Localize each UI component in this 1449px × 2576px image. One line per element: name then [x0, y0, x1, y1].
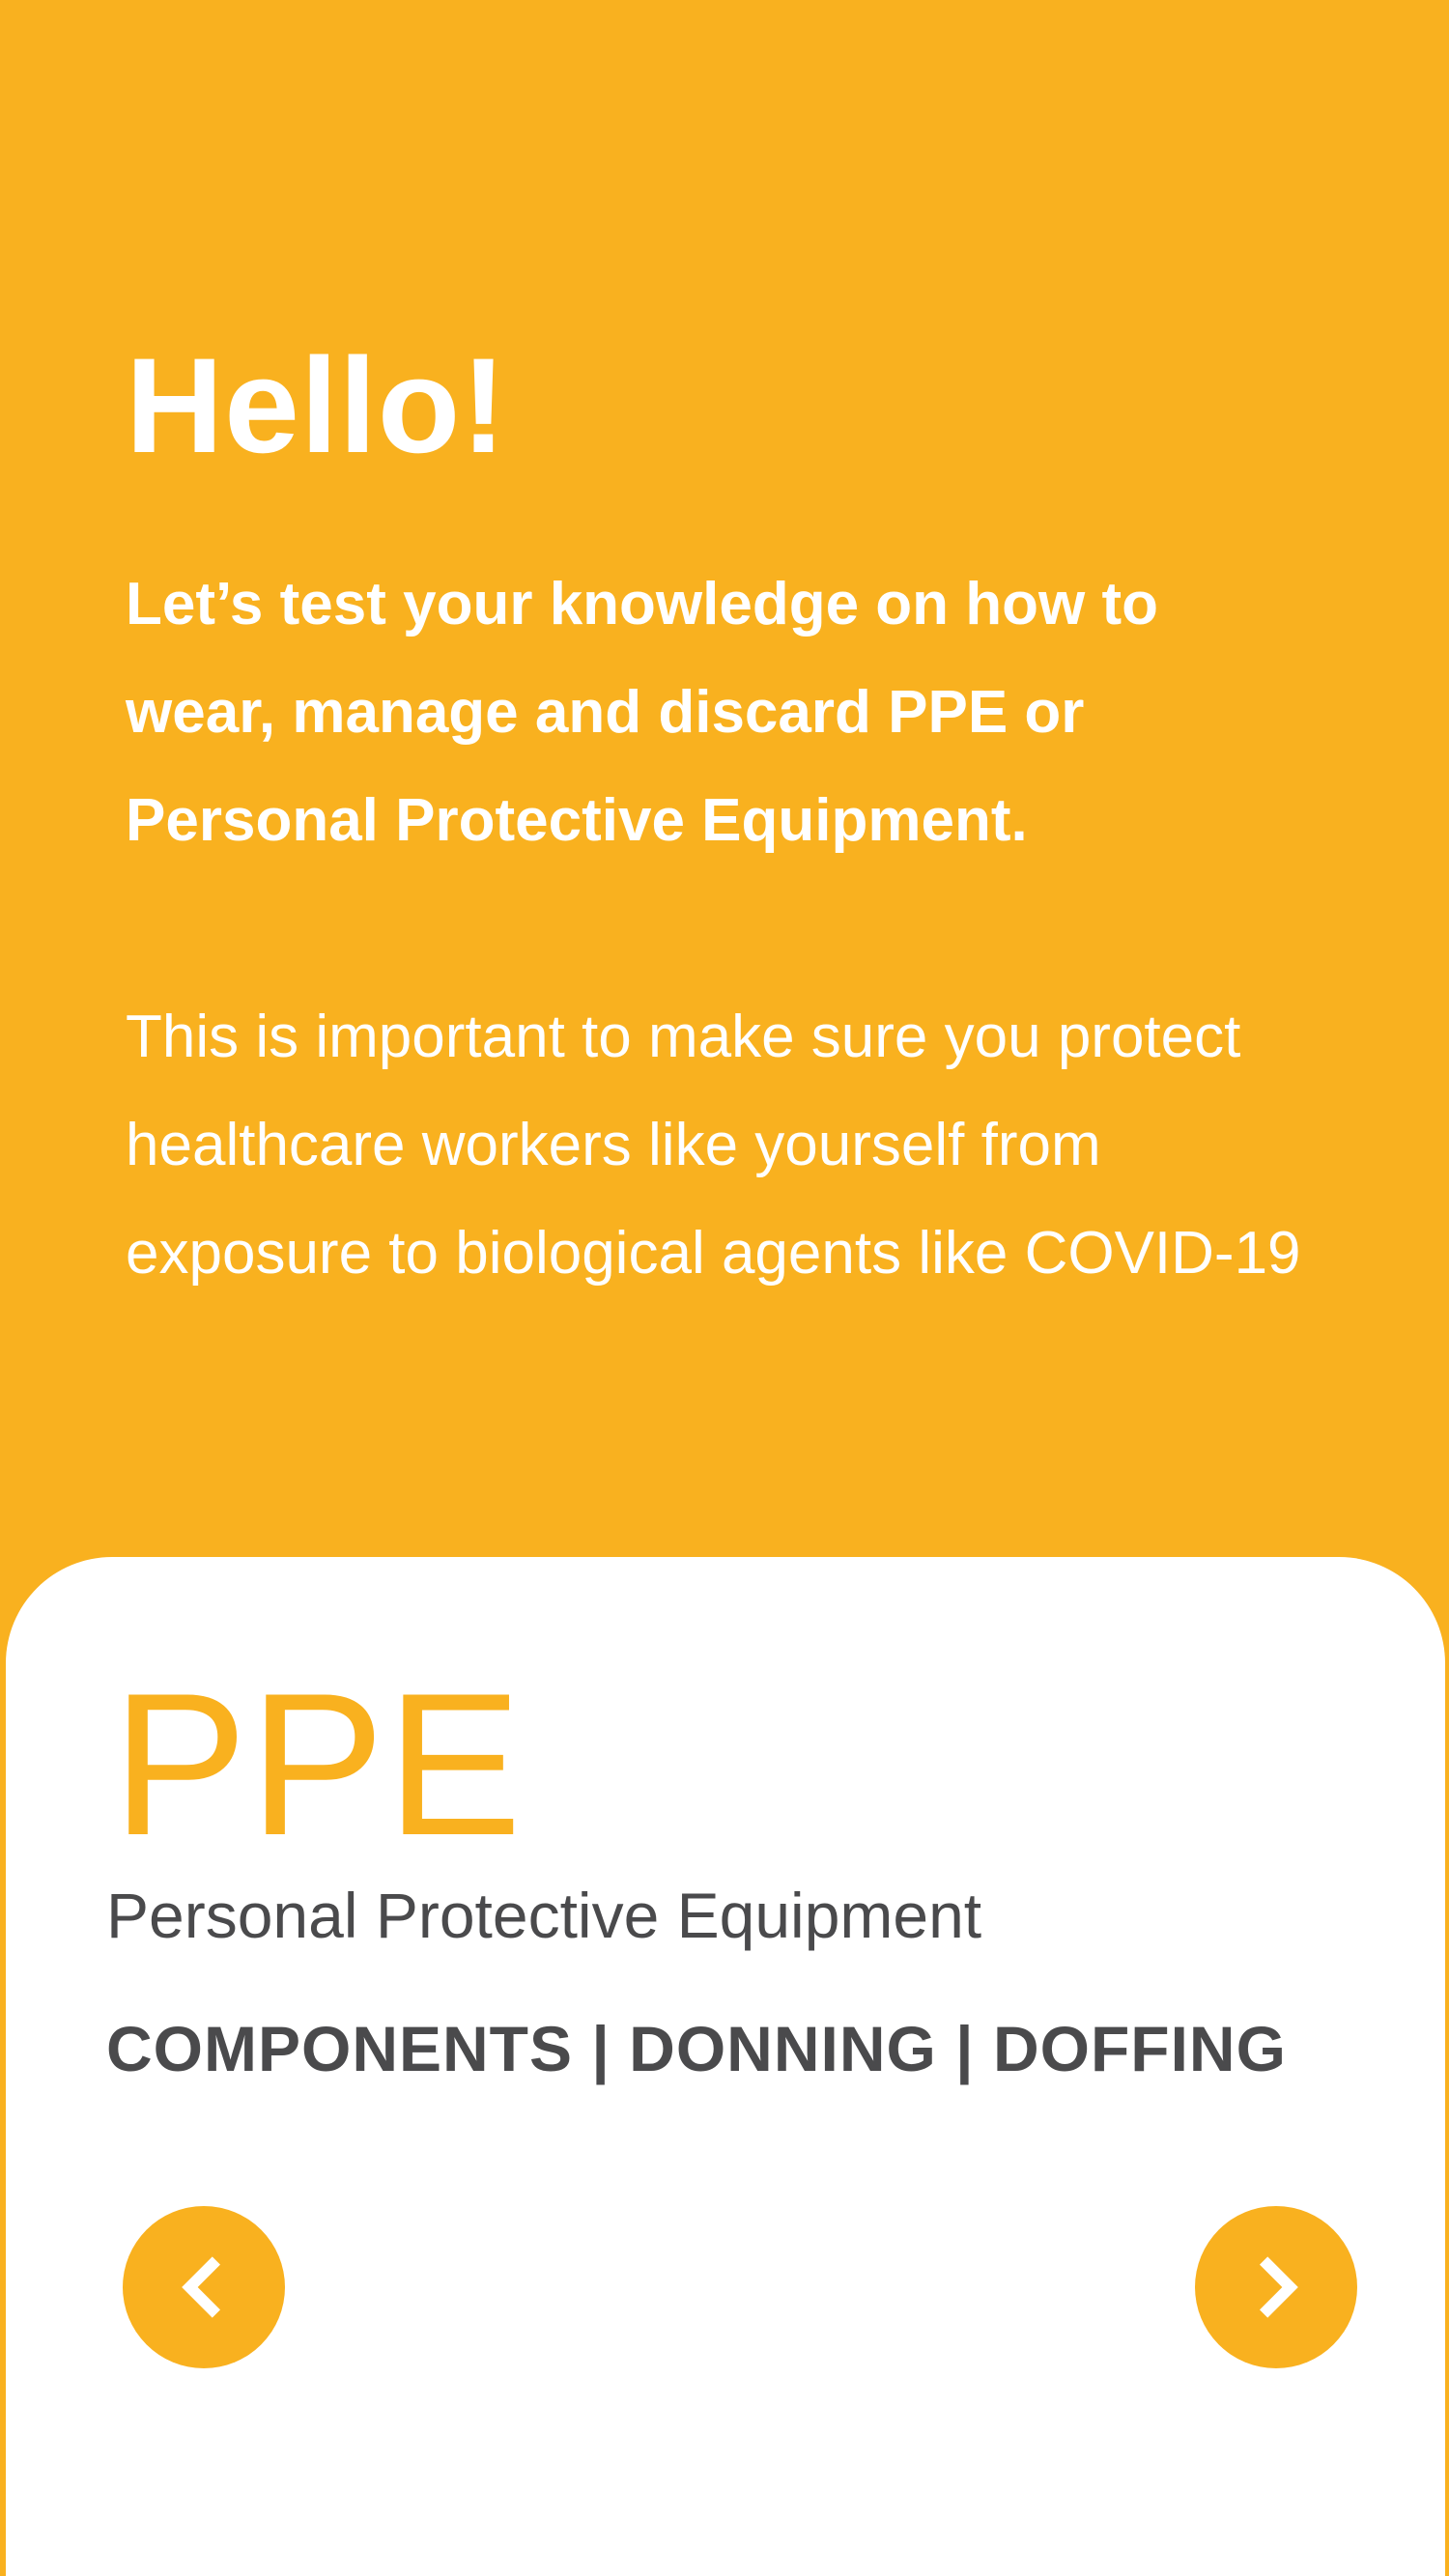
intro-section: Hello! Let’s test your knowledge on how …	[126, 338, 1304, 1308]
card-subtitle: Personal Protective Equipment	[106, 1880, 982, 1951]
card-title: PPE	[112, 1651, 525, 1878]
card-topics: COMPONENTS | DONNING | DOFFING	[106, 2013, 1287, 2084]
chevron-right-icon	[1260, 2256, 1298, 2318]
chevron-left-icon	[182, 2256, 220, 2318]
greeting-heading: Hello!	[126, 329, 507, 481]
intro-body-text: This is important to make sure you prote…	[126, 1004, 1301, 1287]
ppe-card: PPE Personal Protective Equipment COMPON…	[6, 1557, 1445, 2576]
previous-button[interactable]	[123, 2206, 285, 2368]
next-button[interactable]	[1195, 2206, 1357, 2368]
intro-lead-text: Let’s test your knowledge on how to wear…	[126, 571, 1158, 854]
screen: Hello! Let’s test your knowledge on how …	[0, 0, 1449, 2576]
